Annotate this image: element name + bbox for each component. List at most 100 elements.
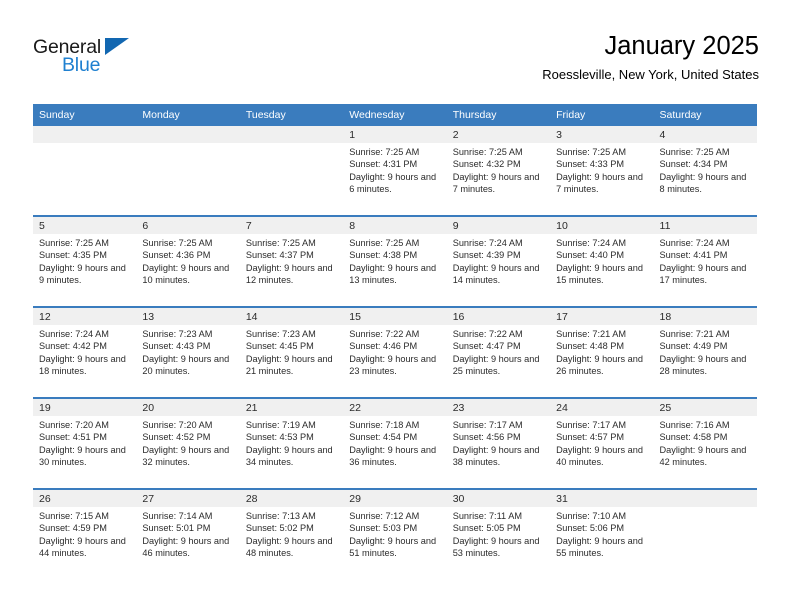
sunrise-text: Sunrise: 7:25 AM	[39, 238, 109, 248]
sunset-text: Sunset: 5:06 PM	[556, 523, 625, 534]
day-number: 12	[33, 308, 137, 325]
day-cell[interactable]: 27 Sunrise: 7:14 AM Sunset: 5:01 PM Dayligh…	[136, 490, 240, 579]
daylight-text: Daylight: 9 hours and 9 minutes.	[39, 262, 126, 286]
sunrise-text: Sunrise: 7:25 AM	[142, 238, 213, 248]
calendar-cell: 28 Sunrise: 7:13 AM Sunset: 5:02 PM Dayligh…	[239, 488, 344, 579]
triangle-icon	[105, 38, 129, 55]
day-number: 8	[343, 217, 447, 234]
sunrise-text: Sunrise: 7:22 AM	[349, 329, 420, 339]
day-cell[interactable]: 18 Sunrise: 7:21 AM Sunset: 4:49 PM Dayligh…	[653, 308, 757, 397]
day-cell[interactable]: 7 Sunrise: 7:25 AM Sunset: 4:37 PM Daylight…	[239, 217, 344, 306]
calendar-cell	[653, 488, 757, 579]
sunrise-text: Sunrise: 7:25 AM	[245, 238, 316, 248]
sunrise-text: Sunrise: 7:17 AM	[452, 420, 523, 430]
sunset-text: Sunset: 4:57 PM	[556, 432, 625, 443]
sunset-text: Sunset: 4:46 PM	[349, 341, 418, 352]
calendar-cell: 15 Sunrise: 7:22 AM Sunset: 4:46 PM Dayligh…	[343, 306, 447, 398]
day-cell[interactable]: 21 Sunrise: 7:19 AM Sunset: 4:53 PM Dayligh…	[239, 399, 344, 488]
sunset-text: Sunset: 4:48 PM	[556, 341, 625, 352]
daylight-text: Daylight: 9 hours and 13 minutes.	[349, 262, 437, 286]
calendar-cell: 20 Sunrise: 7:20 AM Sunset: 4:52 PM Dayligh…	[136, 397, 240, 489]
day-cell[interactable]: 31 Sunrise: 7:10 AM Sunset: 5:06 PM Dayligh…	[550, 490, 654, 579]
day-details: Sunrise: 7:20 AM Sunset: 4:51 PM Daylight:…	[33, 416, 136, 469]
day-cell[interactable]: 30 Sunrise: 7:11 AM Sunset: 5:05 PM Dayligh…	[446, 490, 551, 579]
generalblue-logo[interactable]: General Blue	[33, 36, 153, 82]
day-cell[interactable]: 28 Sunrise: 7:13 AM Sunset: 5:02 PM Dayligh…	[239, 490, 344, 579]
daylight-text: Daylight: 9 hours and 20 minutes.	[142, 353, 230, 377]
day-cell[interactable]: 20 Sunrise: 7:20 AM Sunset: 4:52 PM Dayligh…	[136, 399, 240, 488]
calendar-cell: 12 Sunrise: 7:24 AM Sunset: 4:42 PM Dayligh…	[33, 306, 137, 398]
day-details: Sunrise: 7:22 AM Sunset: 4:47 PM Daylight:…	[447, 325, 550, 378]
sunset-text: Sunset: 4:37 PM	[245, 250, 314, 261]
day-cell[interactable]: 13 Sunrise: 7:23 AM Sunset: 4:43 PM Dayligh…	[136, 308, 240, 397]
calendar-cell: 25 Sunrise: 7:16 AM Sunset: 4:58 PM Dayligh…	[653, 397, 757, 489]
day-number: 14	[239, 308, 344, 325]
weekday-header-tuesday: Tuesday	[239, 104, 344, 126]
day-cell[interactable]: 25 Sunrise: 7:16 AM Sunset: 4:58 PM Dayligh…	[653, 399, 757, 488]
sunrise-text: Sunrise: 7:13 AM	[245, 511, 316, 521]
day-number: 19	[33, 399, 137, 416]
day-details: Sunrise: 7:21 AM Sunset: 4:48 PM Daylight:…	[550, 325, 653, 378]
day-number: 7	[239, 217, 344, 234]
day-cell[interactable]: 15 Sunrise: 7:22 AM Sunset: 4:46 PM Dayligh…	[343, 308, 447, 397]
day-cell[interactable]: 2 Sunrise: 7:25 AM Sunset: 4:32 PM Daylight…	[446, 126, 551, 215]
day-cell[interactable]: 12 Sunrise: 7:24 AM Sunset: 4:42 PM Dayligh…	[33, 308, 137, 397]
calendar-cell: 4 Sunrise: 7:25 AM Sunset: 4:34 PM Daylight…	[653, 126, 757, 216]
day-cell[interactable]: 8 Sunrise: 7:25 AM Sunset: 4:38 PM Daylight…	[343, 217, 447, 306]
day-number: 2	[446, 126, 551, 143]
day-cell[interactable]: 5 Sunrise: 7:25 AM Sunset: 4:35 PM Daylight…	[33, 217, 137, 306]
day-cell[interactable]: 29 Sunrise: 7:12 AM Sunset: 5:03 PM Dayligh…	[343, 490, 447, 579]
day-cell[interactable]: 9 Sunrise: 7:24 AM Sunset: 4:39 PM Daylight…	[446, 217, 551, 306]
sunrise-text: Sunrise: 7:23 AM	[142, 329, 213, 339]
day-number	[136, 126, 240, 143]
day-cell[interactable]: 16 Sunrise: 7:22 AM Sunset: 4:47 PM Dayligh…	[446, 308, 551, 397]
calendar-cell: 23 Sunrise: 7:17 AM Sunset: 4:56 PM Dayligh…	[446, 397, 551, 489]
day-number: 30	[446, 490, 551, 507]
calendar-week-row: 26 Sunrise: 7:15 AM Sunset: 4:59 PM Dayligh…	[33, 488, 757, 579]
calendar-cell: 29 Sunrise: 7:12 AM Sunset: 5:03 PM Dayligh…	[343, 488, 447, 579]
day-cell-empty	[136, 126, 240, 215]
day-cell[interactable]: 14 Sunrise: 7:23 AM Sunset: 4:45 PM Dayligh…	[239, 308, 344, 397]
day-cell[interactable]: 11 Sunrise: 7:24 AM Sunset: 4:41 PM Dayligh…	[653, 217, 757, 306]
sunrise-text: Sunrise: 7:18 AM	[349, 420, 420, 430]
daylight-text: Daylight: 9 hours and 32 minutes.	[142, 444, 230, 468]
day-cell[interactable]: 23 Sunrise: 7:17 AM Sunset: 4:56 PM Dayligh…	[446, 399, 551, 488]
day-number	[239, 126, 344, 143]
day-number: 11	[653, 217, 757, 234]
weekday-header-monday: Monday	[136, 104, 240, 126]
day-cell[interactable]: 24 Sunrise: 7:17 AM Sunset: 4:57 PM Dayligh…	[550, 399, 654, 488]
day-number: 6	[136, 217, 240, 234]
day-cell[interactable]: 1 Sunrise: 7:25 AM Sunset: 4:31 PM Daylight…	[343, 126, 447, 215]
daylight-text: Daylight: 9 hours and 28 minutes.	[659, 353, 747, 377]
sunset-text: Sunset: 4:32 PM	[452, 159, 521, 170]
day-number	[653, 490, 757, 507]
day-cell[interactable]: 17 Sunrise: 7:21 AM Sunset: 4:48 PM Dayligh…	[550, 308, 654, 397]
day-number: 15	[343, 308, 447, 325]
sunset-text: Sunset: 4:47 PM	[452, 341, 521, 352]
weekday-header-thursday: Thursday	[446, 104, 551, 126]
calendar-cell: 1 Sunrise: 7:25 AM Sunset: 4:31 PM Daylight…	[343, 126, 447, 216]
sunrise-text: Sunrise: 7:24 AM	[659, 238, 730, 248]
day-details: Sunrise: 7:17 AM Sunset: 4:57 PM Daylight:…	[550, 416, 653, 469]
day-details: Sunrise: 7:11 AM Sunset: 5:05 PM Daylight:…	[447, 507, 550, 560]
daylight-text: Daylight: 9 hours and 26 minutes.	[556, 353, 643, 377]
sunset-text: Sunset: 5:01 PM	[142, 523, 211, 534]
day-cell[interactable]: 22 Sunrise: 7:18 AM Sunset: 4:54 PM Dayligh…	[343, 399, 447, 488]
day-cell[interactable]: 6 Sunrise: 7:25 AM Sunset: 4:36 PM Daylight…	[136, 217, 240, 306]
day-cell[interactable]: 4 Sunrise: 7:25 AM Sunset: 4:34 PM Daylight…	[653, 126, 757, 215]
sunrise-text: Sunrise: 7:24 AM	[556, 238, 627, 248]
sunset-text: Sunset: 4:38 PM	[349, 250, 418, 261]
daylight-text: Daylight: 9 hours and 8 minutes.	[659, 171, 747, 195]
day-cell[interactable]: 19 Sunrise: 7:20 AM Sunset: 4:51 PM Dayligh…	[33, 399, 137, 488]
day-number: 24	[550, 399, 654, 416]
day-cell-empty	[239, 126, 344, 215]
day-cell[interactable]: 26 Sunrise: 7:15 AM Sunset: 4:59 PM Dayligh…	[33, 490, 137, 579]
day-details: Sunrise: 7:21 AM Sunset: 4:49 PM Daylight:…	[654, 325, 757, 378]
day-cell[interactable]: 3 Sunrise: 7:25 AM Sunset: 4:33 PM Daylight…	[550, 126, 654, 215]
sunset-text: Sunset: 4:36 PM	[142, 250, 211, 261]
sunrise-text: Sunrise: 7:20 AM	[142, 420, 213, 430]
calendar-cell: 13 Sunrise: 7:23 AM Sunset: 4:43 PM Dayligh…	[136, 306, 240, 398]
calendar-cell: 21 Sunrise: 7:19 AM Sunset: 4:53 PM Dayligh…	[239, 397, 344, 489]
day-number: 26	[33, 490, 137, 507]
day-cell[interactable]: 10 Sunrise: 7:24 AM Sunset: 4:40 PM Dayligh…	[550, 217, 654, 306]
